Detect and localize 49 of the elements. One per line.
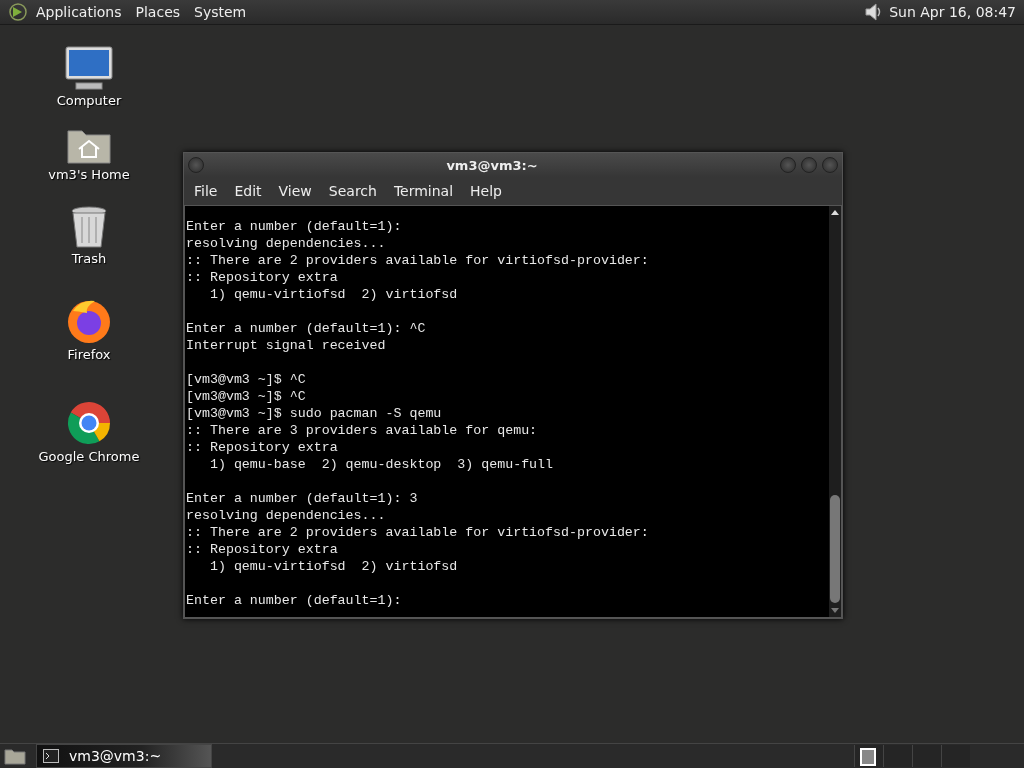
menu-item[interactable]: View xyxy=(278,183,312,199)
desktop-icon-label[interactable]: Trash xyxy=(71,251,107,266)
terminal-line: [vm3@vm3 ~]$ ^C xyxy=(186,388,307,405)
terminal-line: 1) qemu-base 2) qemu-desktop 3) qemu-full xyxy=(208,456,555,473)
terminal-line: :: There are 3 providers available for qemu: xyxy=(186,422,539,439)
workspace-cell[interactable] xyxy=(912,745,941,767)
taskbar-button[interactable]: vm3@vm3:~ xyxy=(36,744,212,768)
workspace-cell[interactable] xyxy=(941,745,970,767)
panel-menu[interactable]: System xyxy=(194,4,247,20)
menu-item[interactable]: Edit xyxy=(234,183,262,199)
terminal-line: [vm3@vm3 ~]$ ^C xyxy=(186,371,307,388)
terminal-line: [vm3@vm3 ~]$ sudo pacman -S qemu xyxy=(186,405,443,422)
monitor-icon[interactable] xyxy=(64,45,114,91)
panel-menu[interactable]: Applications xyxy=(36,4,122,20)
terminal-line: Enter a number (default=1): xyxy=(186,218,403,235)
terminal-line: :: Repository extra xyxy=(186,541,339,558)
scrollbar[interactable] xyxy=(829,206,841,617)
terminal-line: :: There are 2 providers available for virtiofsd-provider: xyxy=(186,252,650,269)
tricolor-circle-icon[interactable] xyxy=(65,399,113,447)
menu-item[interactable]: File xyxy=(194,183,218,199)
terminal-icon xyxy=(43,749,59,763)
panel-menu[interactable]: Places xyxy=(135,4,181,20)
scrollbar-thumb[interactable] xyxy=(830,495,840,603)
menu-item[interactable]: Terminal xyxy=(393,183,454,199)
scroll-down-icon[interactable] xyxy=(830,607,840,615)
terminal-line: resolving dependencies... xyxy=(186,507,387,524)
terminal-line: resolving dependencies... xyxy=(186,235,387,252)
desktop-icon-label[interactable]: Google Chrome xyxy=(38,449,140,464)
terminal-line: Enter a number (default=1): 3 xyxy=(186,490,419,507)
terminal-line: Enter a number (default=1): ^C xyxy=(186,320,427,337)
desktop-icon-label[interactable]: Computer xyxy=(56,93,122,108)
workspace-cell[interactable] xyxy=(883,745,912,767)
menu-item[interactable]: Help xyxy=(470,183,502,199)
terminal-line: 1) qemu-virtiofsd 2) virtiofsd xyxy=(208,286,459,303)
desktop-icon-label[interactable]: vm3's Home xyxy=(48,167,130,182)
terminal-line: :: Repository extra xyxy=(186,439,339,456)
trash-icon[interactable] xyxy=(69,205,109,249)
terminal-line: :: Repository extra xyxy=(186,269,339,286)
clock[interactable]: Sun Apr 16, 08:47 xyxy=(889,4,1016,20)
terminal-line: Enter a number (default=1): xyxy=(186,592,403,609)
menu-item[interactable]: Search xyxy=(328,183,377,199)
terminal-line: :: There are 2 providers available for virtiofsd-provider: xyxy=(186,524,650,541)
desktop-icon-label[interactable]: Firefox xyxy=(67,347,111,362)
terminal-line: 1) qemu-virtiofsd 2) virtiofsd xyxy=(208,558,459,575)
scroll-up-icon[interactable] xyxy=(830,208,840,216)
workspace-cell[interactable] xyxy=(854,745,883,767)
desktop-folder-icon[interactable] xyxy=(4,747,26,765)
terminal-line: Interrupt signal received xyxy=(186,337,387,354)
window-title: vm3@vm3:~ xyxy=(445,157,539,173)
